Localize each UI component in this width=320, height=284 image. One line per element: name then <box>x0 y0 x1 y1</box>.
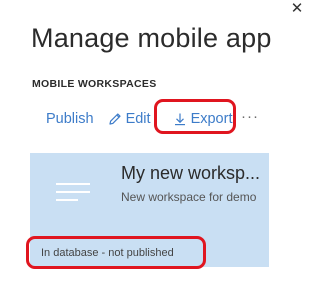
page-title: Manage mobile app <box>31 23 272 53</box>
edit-button[interactable]: Edit <box>108 111 151 127</box>
pencil-icon <box>108 113 121 125</box>
status-highlight-annotation <box>26 236 206 269</box>
publish-button[interactable]: Publish <box>46 111 94 127</box>
publish-label: Publish <box>46 111 94 127</box>
workspace-description: New workspace for demo <box>121 190 257 204</box>
section-heading: MOBILE WORKSPACES <box>32 78 157 90</box>
export-highlight-annotation <box>154 99 236 134</box>
list-lines-icon <box>56 183 90 203</box>
edit-label: Edit <box>125 111 151 127</box>
close-icon[interactable]: ✕ <box>290 1 304 16</box>
manage-mobile-app-panel: ✕ Manage mobile app MOBILE WORKSPACES Pu… <box>0 0 308 284</box>
workspace-title: My new worksp... <box>121 163 261 183</box>
more-options-button[interactable]: ··· <box>241 108 259 125</box>
